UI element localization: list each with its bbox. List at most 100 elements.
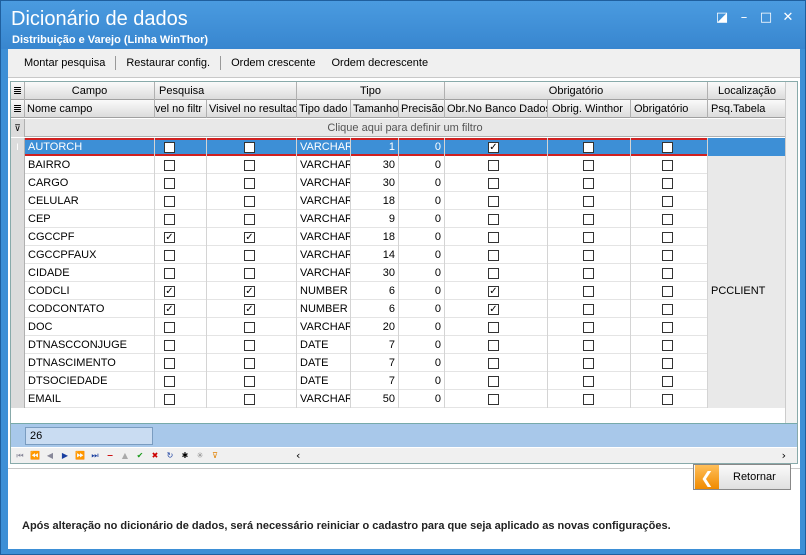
cell-psq[interactable] [708, 372, 787, 390]
row-indicator[interactable] [11, 390, 25, 408]
row-indicator[interactable] [11, 336, 25, 354]
cell-vr[interactable] [207, 192, 297, 210]
table-row[interactable]: BAIRRO VARCHAR 30 0 [11, 156, 797, 174]
cell-tam[interactable]: 7 [351, 354, 399, 372]
checkbox[interactable] [583, 322, 594, 333]
cell-ob[interactable] [445, 228, 548, 246]
cell-vf[interactable] [155, 192, 207, 210]
row-indicator[interactable] [11, 228, 25, 246]
filter-row[interactable]: ⊽ Clique aqui para definir um filtro [11, 119, 797, 137]
cell-nome[interactable]: CGCCPF [25, 228, 155, 246]
checkbox[interactable] [488, 160, 499, 171]
cell-ob[interactable] [445, 264, 548, 282]
checkbox[interactable] [244, 160, 255, 171]
checkbox[interactable] [164, 142, 175, 153]
cell-vf[interactable] [155, 156, 207, 174]
prev-page-icon[interactable]: ⏪ [29, 450, 41, 462]
checkbox[interactable] [488, 340, 499, 351]
row-indicator[interactable] [11, 246, 25, 264]
cell-ow[interactable] [548, 282, 631, 300]
cell-vr[interactable] [207, 354, 297, 372]
cell-o[interactable] [631, 300, 708, 318]
edit-up-icon[interactable]: ▲ [119, 450, 131, 462]
checkbox[interactable] [164, 376, 175, 387]
scroll-left-icon[interactable]: ‹ [296, 448, 300, 463]
cell-prec[interactable]: 0 [399, 282, 445, 300]
checked-checkbox[interactable]: ✓ [244, 286, 255, 297]
row-indicator[interactable] [11, 264, 25, 282]
ordem-crescente-button[interactable]: Ordem crescente [223, 53, 323, 73]
cell-psq[interactable] [708, 228, 787, 246]
refresh-icon[interactable]: ↻ [164, 450, 176, 462]
cell-vf[interactable] [155, 336, 207, 354]
cell-ow[interactable] [548, 138, 631, 156]
table-row[interactable]: CODCLI ✓ ✓ NUMBER 6 0 ✓ PCCLIENT [11, 282, 797, 300]
cell-tam[interactable]: 30 [351, 156, 399, 174]
checkbox[interactable] [583, 286, 594, 297]
cell-tam[interactable]: 30 [351, 174, 399, 192]
checkbox[interactable] [583, 160, 594, 171]
table-row[interactable]: CIDADE VARCHAR 30 0 [11, 264, 797, 282]
cell-ow[interactable] [548, 192, 631, 210]
cell-psq[interactable] [708, 354, 787, 372]
restaurar-config-button[interactable]: Restaurar config. [118, 53, 218, 73]
checkbox[interactable] [244, 214, 255, 225]
cell-ow[interactable] [548, 372, 631, 390]
checkbox[interactable] [164, 214, 175, 225]
checked-checkbox[interactable]: ✓ [244, 304, 255, 315]
checkbox[interactable] [583, 142, 594, 153]
retornar-button[interactable]: ❮ Retornar [693, 464, 791, 490]
checkbox[interactable] [244, 340, 255, 351]
col-obrig-winthor[interactable]: Obrig. Winthor [548, 100, 631, 118]
cell-nome[interactable]: CODCLI [25, 282, 155, 300]
table-row[interactable]: DTNASCCONJUGE DATE 7 0 [11, 336, 797, 354]
cell-prec[interactable]: 0 [399, 156, 445, 174]
cell-psq[interactable] [708, 246, 787, 264]
table-row[interactable]: EMAIL VARCHAR 50 0 [11, 390, 797, 408]
vertical-scrollbar[interactable] [785, 82, 797, 423]
row-indicator[interactable] [11, 174, 25, 192]
cell-prec[interactable]: 0 [399, 372, 445, 390]
checkbox[interactable] [244, 376, 255, 387]
checked-checkbox[interactable]: ✓ [164, 232, 175, 243]
cell-vr[interactable] [207, 246, 297, 264]
cell-prec[interactable]: 0 [399, 210, 445, 228]
cell-vf[interactable] [155, 354, 207, 372]
col-visivel-filtro[interactable]: vel no filtr [155, 100, 207, 118]
cell-vf[interactable] [155, 138, 207, 156]
cell-tipo[interactable]: VARCHAR [297, 228, 351, 246]
table-row[interactable]: DOC VARCHAR 20 0 [11, 318, 797, 336]
cell-psq[interactable] [708, 318, 787, 336]
cell-ob[interactable] [445, 246, 548, 264]
checkbox[interactable] [662, 358, 673, 369]
checkbox[interactable] [583, 394, 594, 405]
restore-icon[interactable]: ◪ [711, 10, 733, 26]
cell-vf[interactable]: ✓ [155, 300, 207, 318]
cell-psq[interactable] [708, 156, 787, 174]
checkbox[interactable] [488, 358, 499, 369]
maximize-icon[interactable]: □ [755, 10, 777, 26]
cell-vf[interactable]: ✓ [155, 282, 207, 300]
checkbox[interactable] [662, 196, 673, 207]
cell-psq[interactable] [708, 336, 787, 354]
row-indicator[interactable]: I [11, 138, 25, 156]
cell-psq[interactable] [708, 300, 787, 318]
table-row[interactable]: I AUTORCH VARCHAR 1 0 ✓ [11, 138, 797, 156]
goto-bookmark-icon[interactable]: ✳ [194, 450, 206, 462]
row-indicator[interactable] [11, 354, 25, 372]
cell-o[interactable] [631, 264, 708, 282]
cell-vr[interactable] [207, 390, 297, 408]
prev-record-icon[interactable]: ◀ [44, 450, 56, 462]
checkbox[interactable] [583, 358, 594, 369]
cell-vf[interactable]: ✓ [155, 228, 207, 246]
cell-tam[interactable]: 18 [351, 228, 399, 246]
table-row[interactable]: CEP VARCHAR 9 0 [11, 210, 797, 228]
filter-nav-icon[interactable]: ⊽ [209, 450, 221, 462]
row-indicator[interactable] [11, 282, 25, 300]
cell-ow[interactable] [548, 156, 631, 174]
cancel-record-icon[interactable]: ✖ [149, 450, 161, 462]
cell-nome[interactable]: CARGO [25, 174, 155, 192]
cell-psq[interactable] [708, 390, 787, 408]
checkbox[interactable] [662, 322, 673, 333]
cell-nome[interactable]: DTNASCCONJUGE [25, 336, 155, 354]
